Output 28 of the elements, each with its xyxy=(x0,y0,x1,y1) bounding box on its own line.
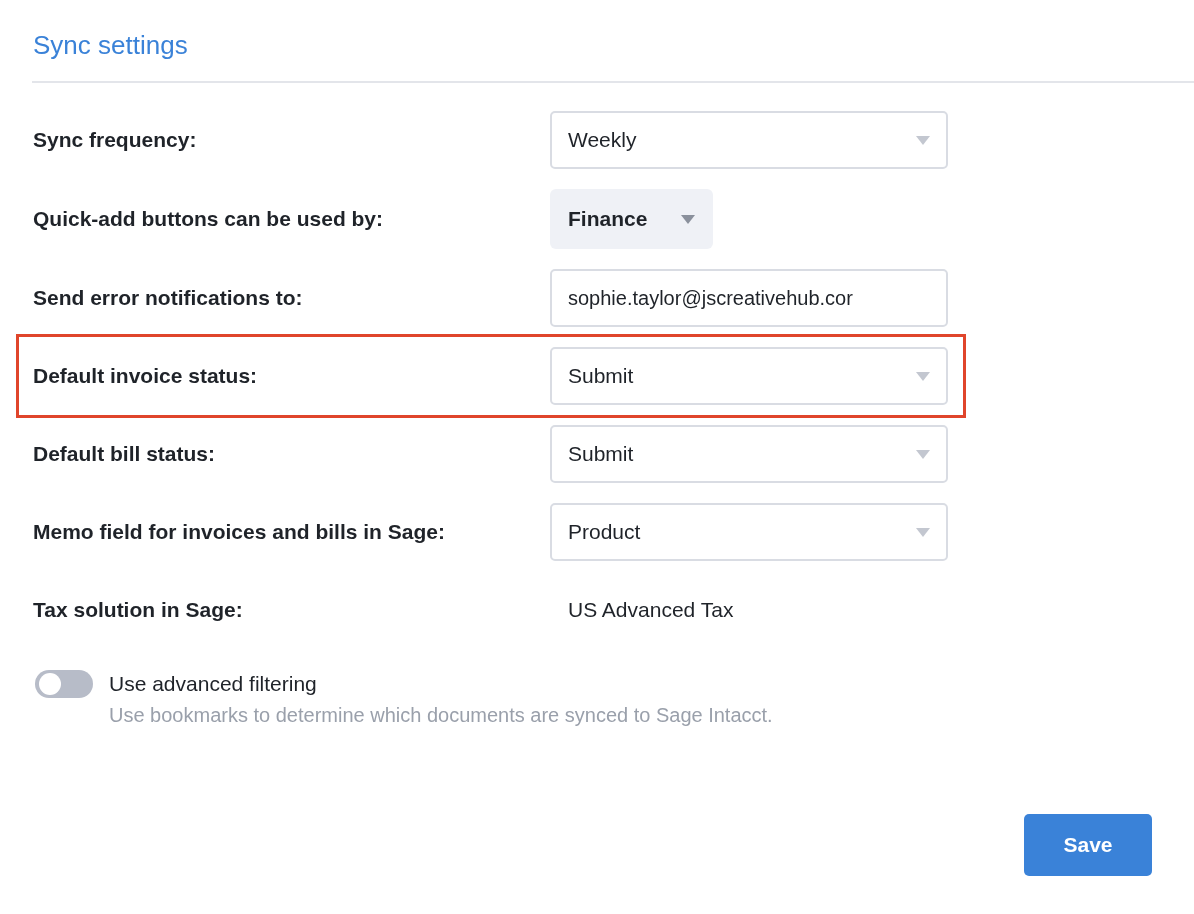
caret-icon xyxy=(916,371,930,381)
select-value: Weekly xyxy=(568,127,637,154)
caret-icon xyxy=(916,135,930,145)
setting-label: Sync frequency: xyxy=(33,127,198,154)
setting-label: Default bill status: xyxy=(33,441,217,468)
toggle-description: Use bookmarks to determine which documents are synced to Sage Intacct. xyxy=(109,702,773,728)
dropdown-button[interactable]: Finance xyxy=(550,189,714,250)
select-value: Submit xyxy=(568,363,634,390)
email-field[interactable]: sophie.taylor@jscreativehub.cor xyxy=(550,269,948,328)
select-value: Product xyxy=(568,519,641,546)
select-value: Submit xyxy=(568,441,634,468)
section-title: Sync settings xyxy=(33,30,189,62)
select-dropdown[interactable]: Submit xyxy=(550,347,948,406)
caret-icon xyxy=(681,214,696,224)
select-dropdown[interactable]: Product xyxy=(550,503,948,562)
setting-label: Quick-add buttons can be used by: xyxy=(33,206,385,233)
setting-label: Memo field for invoices and bills in Sage: xyxy=(33,519,446,546)
setting-label: Default invoice status: xyxy=(33,363,259,390)
setting-label: Tax solution in Sage: xyxy=(33,597,244,624)
toggle-switch[interactable] xyxy=(35,670,93,699)
caret-icon xyxy=(916,527,930,537)
select-dropdown[interactable]: Weekly xyxy=(550,111,948,170)
caret-icon xyxy=(916,449,930,459)
setting-value: US Advanced Tax xyxy=(567,597,734,624)
select-dropdown[interactable]: Submit xyxy=(550,425,948,484)
setting-label: Send error notifications to: xyxy=(33,285,304,312)
toggle-label: Use advanced filtering xyxy=(109,671,318,698)
save-button[interactable]: Save xyxy=(1024,813,1152,876)
